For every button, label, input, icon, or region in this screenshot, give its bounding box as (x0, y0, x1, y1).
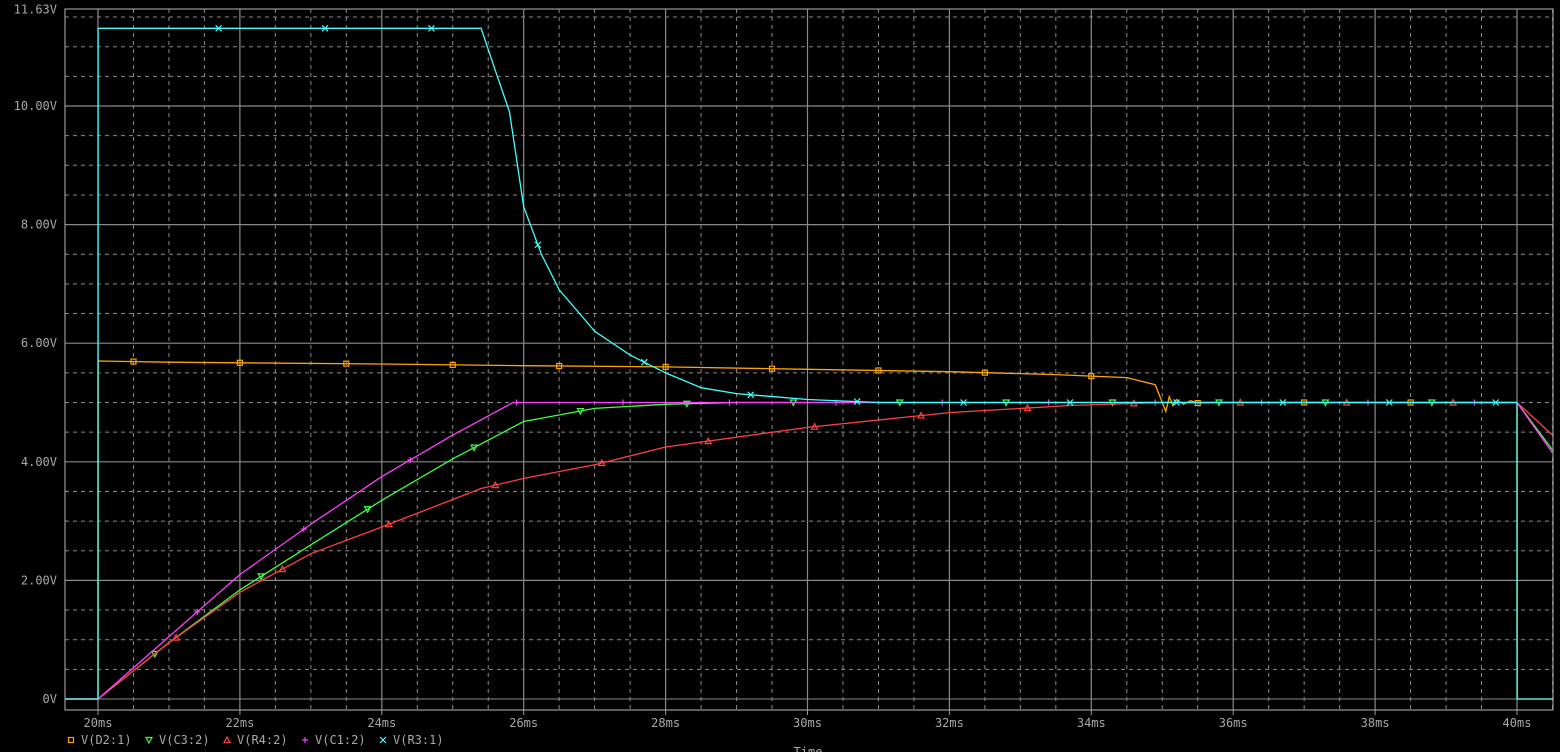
y-tick-label: 0V (43, 692, 57, 706)
legend-label: V(C1:2) (315, 733, 366, 747)
triangle-up-shape (222, 735, 232, 744)
legend-marker (302, 737, 308, 743)
legend-marker (67, 736, 75, 744)
grid (65, 9, 1553, 710)
y-tick-label: 8.00V (21, 218, 57, 232)
legend-label: V(R3:1) (393, 733, 444, 747)
data-marker (620, 399, 627, 406)
legend-label: V(C3:2) (159, 733, 210, 747)
y-tick-label: 2.00V (21, 573, 57, 587)
x-axis-label: Time (794, 745, 823, 752)
legend-marker (379, 736, 387, 744)
plot-frame (64, 8, 1554, 711)
triangle-down-shape (144, 736, 154, 745)
data-marker (726, 399, 733, 406)
y-tick-label: 11.63V (14, 2, 57, 16)
legend-label: V(R4:2) (237, 733, 288, 747)
x-tick-label: 20ms (84, 716, 113, 730)
x-tick-label: 28ms (651, 716, 680, 730)
y-tick-label: 6.00V (21, 336, 57, 350)
square-marker-shape (67, 736, 75, 744)
data-marker (534, 241, 542, 249)
series-lines (65, 24, 1554, 700)
legend-label: V(D2:1) (81, 733, 132, 747)
y-tick-label: 4.00V (21, 455, 57, 469)
legend-marker (144, 736, 154, 745)
x-tick-label: 36ms (1219, 716, 1248, 730)
legend-marker (222, 735, 232, 744)
x-tick-label: 40ms (1503, 716, 1532, 730)
x-tick-label: 38ms (1361, 716, 1390, 730)
y-tick-label: 10.00V (14, 99, 57, 113)
x-tick-label: 34ms (1077, 716, 1106, 730)
probe-chart: 0V 2.00V 4.00V 6.00V 8.00V 10.00V 11.63V 20ms 22… (14, 2, 1554, 752)
x-tick-label: 24ms (367, 716, 396, 730)
x-tick-label: 32ms (935, 716, 964, 730)
legend: V(D2:1) V(C3:2) V(R4:2) V(C1:2) V(R3:1) (67, 733, 444, 747)
data-marker (513, 399, 520, 406)
x-tick-label: 22ms (225, 716, 254, 730)
x-tick-label: 30ms (793, 716, 822, 730)
x-tick-label: 26ms (509, 716, 538, 730)
data-marker (640, 358, 648, 366)
series-line-V(D2:1) (65, 360, 1553, 700)
